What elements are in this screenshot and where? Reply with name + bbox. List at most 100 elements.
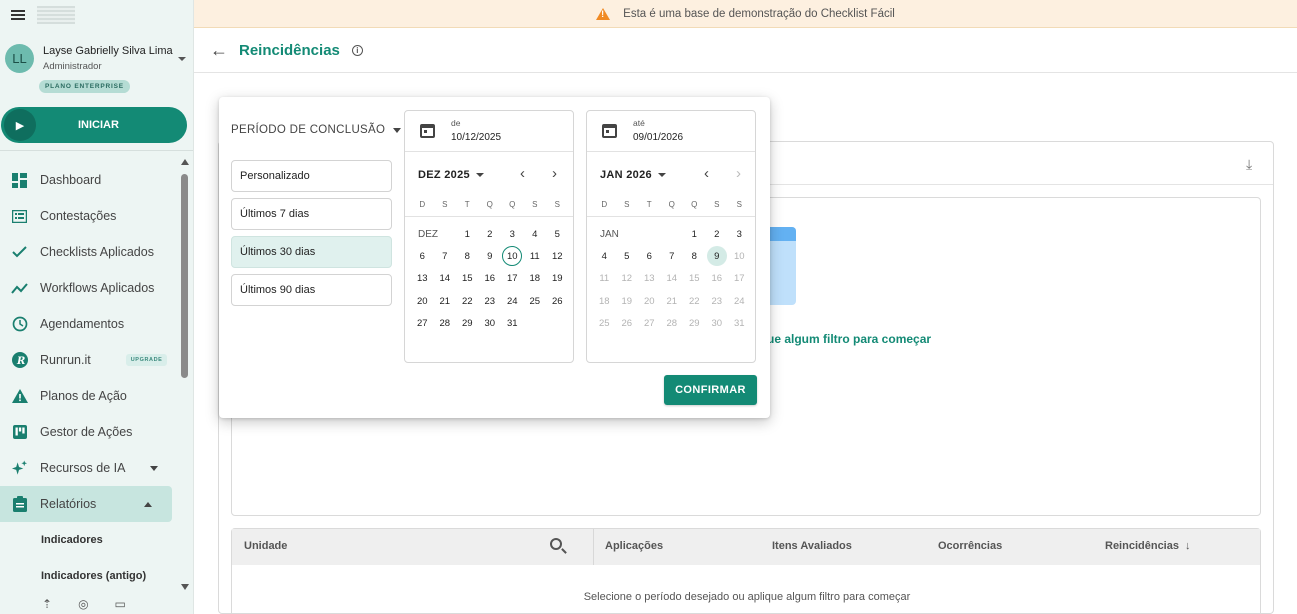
calendar-day[interactable]: 12 bbox=[546, 245, 569, 267]
calendar-day[interactable]: 31 bbox=[501, 312, 524, 334]
sort-down-icon[interactable]: ↓ bbox=[1185, 540, 1191, 552]
calendar-day[interactable]: 2 bbox=[706, 223, 729, 245]
preset-personalizado[interactable]: Personalizado bbox=[231, 160, 392, 192]
calendar-day[interactable]: 27 bbox=[411, 312, 434, 334]
calendar-day[interactable]: 16 bbox=[706, 268, 729, 290]
column-ocorrencias[interactable]: Ocorrências bbox=[938, 540, 1002, 552]
calendar-day[interactable]: 27 bbox=[638, 312, 661, 334]
month-select[interactable]: JAN 2026 bbox=[600, 169, 666, 181]
sidebar-item-relatorios[interactable]: Relatórios bbox=[0, 486, 172, 522]
sidebar-subitem-indicadores[interactable]: Indicadores bbox=[0, 522, 178, 558]
calendar-day[interactable]: 11 bbox=[524, 245, 547, 267]
calendar-day[interactable]: 22 bbox=[456, 290, 479, 312]
calendar-day[interactable]: 28 bbox=[434, 312, 457, 334]
period-select[interactable]: PERÍODO DE CONCLUSÃO bbox=[231, 124, 402, 136]
calendar-day[interactable]: 6 bbox=[638, 245, 661, 267]
next-month-icon[interactable]: › bbox=[552, 165, 557, 182]
calendar-day[interactable]: 24 bbox=[728, 290, 751, 312]
sidebar-item-checklists[interactable]: Checklists Aplicados bbox=[0, 234, 178, 270]
calendar-day[interactable]: 15 bbox=[683, 268, 706, 290]
sidebar-item-contestacoes[interactable]: Contestações bbox=[0, 198, 178, 234]
calendar-day[interactable]: 20 bbox=[638, 290, 661, 312]
calendar-day[interactable]: 4 bbox=[524, 223, 547, 245]
calendar-day[interactable]: 3 bbox=[501, 223, 524, 245]
sidebar-item-workflows[interactable]: Workflows Aplicados bbox=[0, 270, 178, 306]
calendar-day[interactable]: 21 bbox=[661, 290, 684, 312]
sidebar-subitem-indicadores-antigo[interactable]: Indicadores (antigo) bbox=[0, 558, 178, 594]
date-field-from[interactable]: de 10/12/2025 bbox=[405, 111, 573, 152]
calendar-day[interactable]: 8 bbox=[456, 245, 479, 267]
sidebar-item-planos[interactable]: Planos de Ação bbox=[0, 378, 178, 414]
calendar-day[interactable]: 31 bbox=[728, 312, 751, 334]
sidebar-item-dashboard[interactable]: Dashboard bbox=[0, 162, 178, 198]
calendar-day[interactable]: 13 bbox=[411, 268, 434, 290]
start-button[interactable]: ▶ INICIAR bbox=[1, 107, 187, 143]
calendar-day[interactable]: 15 bbox=[456, 268, 479, 290]
info-icon[interactable]: i bbox=[351, 45, 363, 56]
sidebar-item-runrun[interactable]: R Runrun.it UPGRADE bbox=[0, 342, 178, 378]
calendar-day[interactable]: 7 bbox=[434, 245, 457, 267]
column-unidade[interactable]: Unidade bbox=[244, 540, 287, 552]
calendar-day[interactable]: 22 bbox=[683, 290, 706, 312]
calendar-day[interactable]: 17 bbox=[728, 268, 751, 290]
calendar-day[interactable]: 6 bbox=[411, 245, 434, 267]
scrollbar-thumb[interactable] bbox=[181, 174, 188, 378]
calendar-day[interactable]: 21 bbox=[434, 290, 457, 312]
help-icon[interactable]: ◎ bbox=[78, 597, 88, 614]
calendar-day[interactable]: 9 bbox=[706, 245, 729, 267]
calendar-day[interactable]: 3 bbox=[728, 223, 751, 245]
back-arrow-icon[interactable]: ← bbox=[210, 40, 228, 61]
calendar-day[interactable]: 25 bbox=[524, 290, 547, 312]
calendar-day[interactable]: 5 bbox=[616, 245, 639, 267]
calendar-day[interactable]: 10 bbox=[501, 245, 524, 267]
calendar-day[interactable]: 24 bbox=[501, 290, 524, 312]
calendar-day[interactable]: 30 bbox=[706, 312, 729, 334]
preset-7-dias[interactable]: Últimos 7 dias bbox=[231, 198, 392, 230]
scroll-up-icon[interactable] bbox=[181, 159, 189, 165]
column-itens-avaliados[interactable]: Itens Avaliados bbox=[772, 540, 852, 552]
calendar-day[interactable]: 18 bbox=[524, 268, 547, 290]
calendar-day[interactable]: 29 bbox=[456, 312, 479, 334]
month-select[interactable]: DEZ 2025 bbox=[418, 169, 484, 181]
download-icon[interactable]: ⤓ bbox=[1246, 156, 1252, 173]
search-icon[interactable] bbox=[550, 538, 562, 550]
calendar-day[interactable]: 26 bbox=[546, 290, 569, 312]
next-month-icon[interactable]: › bbox=[736, 165, 741, 182]
calendar-day[interactable]: 14 bbox=[434, 268, 457, 290]
calendar-day[interactable]: 11 bbox=[593, 268, 616, 290]
calendar-day[interactable]: 23 bbox=[706, 290, 729, 312]
calendar-day[interactable]: 2 bbox=[479, 223, 502, 245]
user-profile[interactable]: LL Layse Gabrielly Silva Lima Administra… bbox=[0, 30, 193, 100]
calendar-day[interactable]: 8 bbox=[683, 245, 706, 267]
menu-icon[interactable] bbox=[11, 10, 25, 20]
calendar-day[interactable]: 28 bbox=[661, 312, 684, 334]
calendar-day[interactable]: 25 bbox=[593, 312, 616, 334]
calendar-day[interactable]: 20 bbox=[411, 290, 434, 312]
sidebar-item-recursos-ia[interactable]: Recursos de IA bbox=[0, 450, 178, 486]
calendar-day[interactable]: 13 bbox=[638, 268, 661, 290]
calendar-day[interactable]: 1 bbox=[456, 223, 479, 245]
calendar-day[interactable]: 9 bbox=[479, 245, 502, 267]
calendar-day[interactable]: 1 bbox=[683, 223, 706, 245]
prev-month-icon[interactable]: ‹ bbox=[520, 165, 525, 182]
calendar-day[interactable]: 23 bbox=[479, 290, 502, 312]
column-reincidencias[interactable]: Reincidências ↓ bbox=[1105, 540, 1190, 552]
sidebar-scrollbar[interactable] bbox=[179, 156, 191, 596]
calendar-day[interactable]: 4 bbox=[593, 245, 616, 267]
prev-month-icon[interactable]: ‹ bbox=[704, 165, 709, 182]
chevron-down-icon[interactable] bbox=[178, 57, 186, 61]
calendar-day[interactable]: 30 bbox=[479, 312, 502, 334]
calendar-day[interactable]: 14 bbox=[661, 268, 684, 290]
calendar-day[interactable]: 7 bbox=[661, 245, 684, 267]
calendar-day[interactable]: 10 bbox=[728, 245, 751, 267]
calendar-day[interactable]: 19 bbox=[546, 268, 569, 290]
calendar-day[interactable]: 19 bbox=[616, 290, 639, 312]
calendar-day[interactable]: 26 bbox=[616, 312, 639, 334]
preset-30-dias[interactable]: Últimos 30 dias bbox=[231, 236, 392, 268]
column-aplicacoes[interactable]: Aplicações bbox=[605, 540, 663, 552]
calendar-day[interactable]: 12 bbox=[616, 268, 639, 290]
confirm-button[interactable]: CONFIRMAR bbox=[664, 375, 757, 405]
sidebar-item-gestor[interactable]: Gestor de Ações bbox=[0, 414, 178, 450]
preset-90-dias[interactable]: Últimos 90 dias bbox=[231, 274, 392, 306]
upload-icon[interactable]: ⇡ bbox=[42, 597, 52, 614]
